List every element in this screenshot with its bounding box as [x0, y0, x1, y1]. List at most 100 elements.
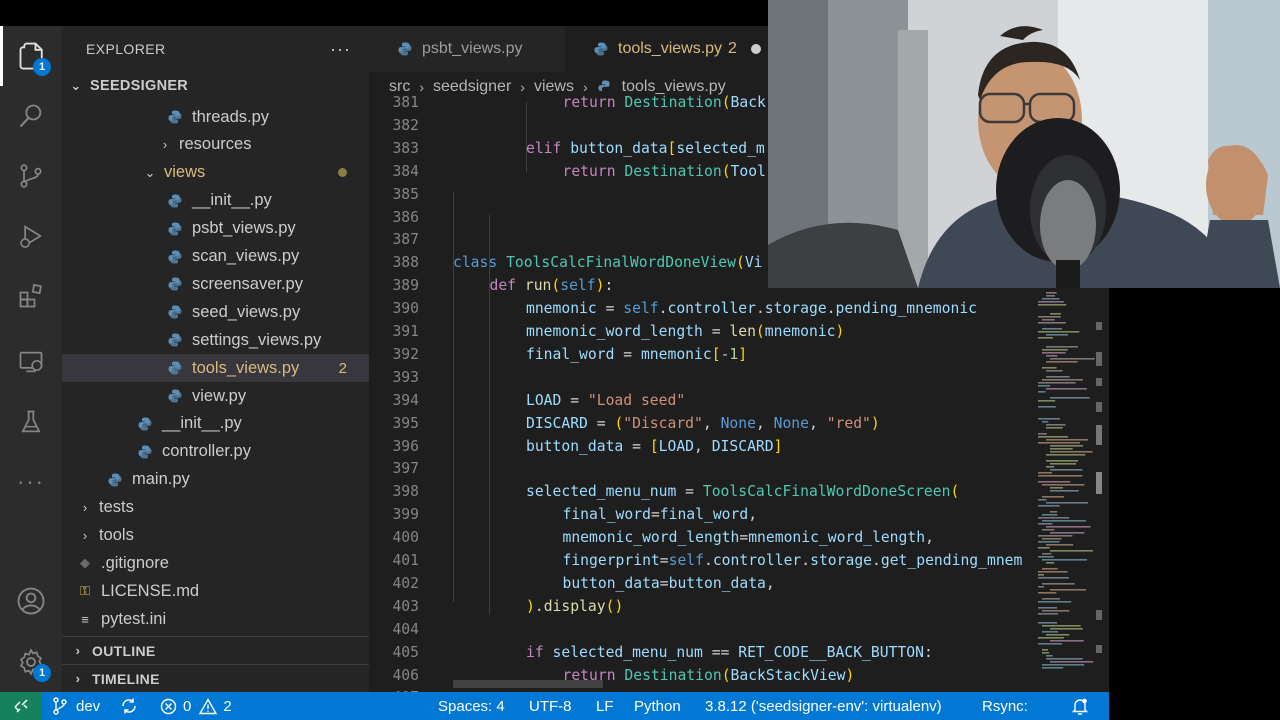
error-icon [160, 698, 177, 714]
status-bar: dev 0 2 Spaces: 4 UTF-8 LF Python 3.8.12… [0, 692, 1109, 720]
explorer-title: EXPLORER [86, 41, 166, 57]
tree-item[interactable]: › tests [62, 494, 369, 522]
tree-item[interactable]: ⌄ views [62, 159, 369, 187]
code-line[interactable]: button_data=button_data, [563, 573, 775, 596]
testing-icon[interactable] [0, 392, 62, 452]
run-debug-icon[interactable] [0, 206, 62, 266]
code-line[interactable]: def run(self): [490, 275, 614, 298]
tree-item[interactable]: ◆ .gitignore [62, 549, 369, 577]
search-icon[interactable] [0, 86, 62, 146]
python-file-icon [168, 250, 182, 263]
interpreter-status[interactable]: 3.8.12 ('seedsigner-env': virtualenv) [705, 692, 942, 720]
timeline-section[interactable]: › TIMELINE [62, 664, 369, 692]
python-file-icon [168, 361, 182, 375]
minimap[interactable] [1034, 290, 1109, 692]
python-file-icon [398, 42, 412, 56]
code-line[interactable]: fingerprint=self.controller.storage.get_… [563, 550, 1023, 573]
code-line[interactable]: mnemonic = self.controller.storage.pendi… [526, 298, 977, 321]
code-line[interactable]: mnemonic_word_length = len(mnemonic) [526, 321, 844, 344]
tree-item[interactable]: __init__.py [62, 187, 369, 215]
code-line[interactable]: elif button_data[selected_m [526, 138, 765, 161]
tree-item-label: tools_views.py [192, 358, 300, 377]
python-file-icon [168, 277, 182, 291]
more-icon[interactable]: ··· [0, 452, 62, 512]
outline-section[interactable]: › OUTLINE [62, 636, 369, 664]
tree-item-label: main.py [132, 470, 190, 489]
code-line[interactable]: return Destination(BackStackView) [563, 665, 855, 688]
tree-item-label: controller.py [162, 442, 251, 461]
source-control-icon[interactable] [0, 146, 62, 206]
tab-psbt-views[interactable]: psbt_views.py [369, 26, 565, 72]
encoding-status[interactable]: UTF-8 [529, 692, 572, 720]
tree-item[interactable]: main.py [62, 466, 369, 494]
tree-item-label: LICENSE.md [101, 581, 200, 600]
explorer-more-icon[interactable]: ··· [330, 39, 351, 60]
branch-status[interactable]: dev [52, 692, 100, 720]
line-number: 389 [392, 277, 419, 295]
line-number: 402 [392, 574, 419, 592]
chevron-right-icon: › [162, 137, 168, 153]
tree-item[interactable]: tools_views.py 2 [62, 354, 369, 383]
unsaved-dot-icon[interactable] [750, 44, 761, 54]
line-number: 382 [392, 116, 419, 134]
account-icon[interactable] [0, 571, 62, 631]
code-line[interactable]: mnemonic_word_length=mnemonic_word_lengt… [563, 527, 934, 550]
tree-item[interactable]: __init__.py [62, 410, 369, 438]
tree-item[interactable]: settings_views.py [62, 326, 369, 354]
code-line[interactable]: class ToolsCalcFinalWordDoneView(Vi [453, 252, 763, 275]
line-number: 401 [392, 552, 419, 569]
python-file-icon [138, 445, 152, 459]
code-line[interactable]: DISCARD = ("Discard", None, None, "red") [526, 413, 880, 436]
line-number: 399 [392, 506, 419, 524]
language-status[interactable]: Python [634, 692, 681, 720]
license-file-icon: ⚿ [80, 583, 90, 599]
tree-item[interactable]: seed_views.py [62, 298, 369, 326]
code-line[interactable]: return Destination(Back [563, 92, 766, 115]
sync-icon[interactable] [120, 692, 138, 720]
line-number: 406 [392, 666, 419, 684]
tree-item[interactable]: screensaver.py [62, 270, 369, 298]
chevron-down-icon: ⌄ [70, 78, 82, 93]
tree-item[interactable]: psbt_views.py [62, 215, 369, 243]
code-line[interactable]: final_word=final_word, [563, 504, 758, 527]
code-line[interactable]: ).display() [526, 596, 623, 619]
line-number: 392 [392, 345, 419, 363]
webcam-video [768, 0, 1280, 288]
line-number: 381 [392, 94, 419, 111]
files-icon[interactable]: 1 [0, 26, 62, 86]
line-number: 395 [392, 414, 419, 432]
tree-item[interactable]: › tools [62, 522, 369, 550]
remote-indicator-icon[interactable] [0, 692, 42, 720]
tree-item-label: views [164, 163, 206, 182]
outline-label: OUTLINE [92, 642, 156, 659]
code-line[interactable]: selected_menu_num = ToolsCalcFinalWordDo… [526, 481, 959, 504]
line-number: 383 [392, 139, 419, 157]
indentation-status[interactable]: Spaces: 4 [438, 692, 505, 720]
tree-item[interactable]: view.py [62, 382, 369, 410]
tree-item-label: tests [99, 498, 134, 517]
code-line[interactable]: if selected_menu_num == RET_CODE__BACK_B… [526, 642, 933, 665]
code-line[interactable]: return Destination(Tool [563, 161, 766, 184]
tree-item[interactable]: ⚿ LICENSE.md [62, 577, 369, 605]
horizontal-scrollbar[interactable] [453, 680, 603, 688]
eol-status[interactable]: LF [596, 692, 614, 720]
remote-explorer-icon[interactable] [0, 332, 62, 392]
problems-status[interactable]: 0 2 [160, 692, 232, 720]
tree-item[interactable]: threads.py [62, 103, 369, 131]
tree-item[interactable]: scan_views.py [62, 243, 369, 271]
extensions-icon[interactable] [0, 266, 62, 326]
project-root[interactable]: ⌄ SEEDSIGNER [62, 72, 369, 100]
code-line[interactable]: final_word = mnemonic[-1] [526, 344, 747, 367]
tree-item[interactable]: ≡ pytest.ini [62, 605, 369, 633]
rsync-status[interactable]: Rsync: [982, 692, 1028, 720]
tab-tools-views[interactable]: tools_views.py 2 [565, 26, 777, 72]
chevron-down-icon: ⌄ [144, 164, 156, 180]
code-line[interactable]: button_data = [LOAD, DISCARD] [526, 436, 782, 459]
notifications-bell-icon[interactable] [1072, 692, 1088, 720]
tree-item[interactable]: controller.py [62, 438, 369, 466]
code-line[interactable]: LOAD = "Load seed" [526, 390, 685, 413]
settings-gear-icon[interactable]: 1 [0, 632, 62, 692]
tab-label: psbt_views.py [422, 40, 523, 57]
breadcrumb-item[interactable]: seedsigner [433, 78, 511, 96]
tree-item[interactable]: › resources [62, 131, 369, 159]
